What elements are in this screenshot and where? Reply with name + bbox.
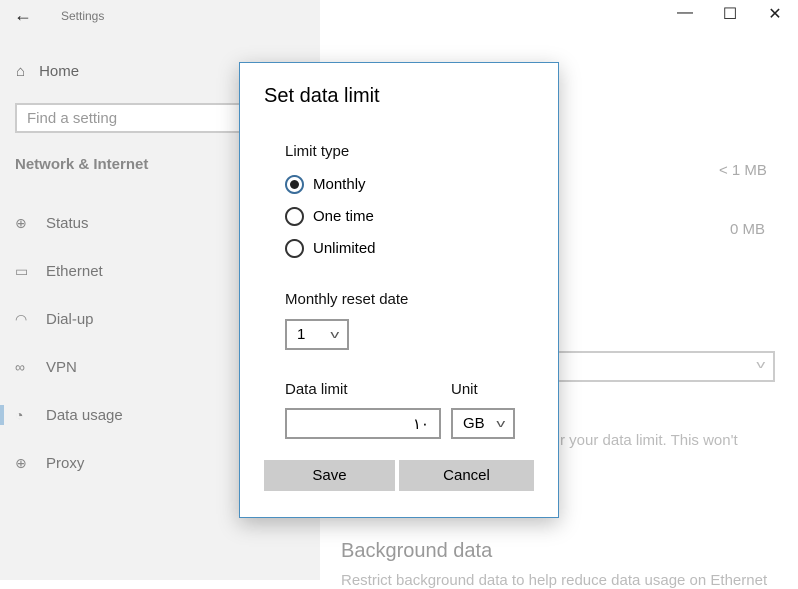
radio-unlimited[interactable]: Unlimited: [285, 239, 376, 258]
vpn-icon: ∞: [15, 359, 25, 375]
maximize-button[interactable]: ☐: [718, 4, 742, 24]
unit-value: GB: [463, 415, 485, 432]
sidebar-item-label: Data usage: [46, 406, 123, 424]
home-label: Home: [39, 63, 80, 80]
set-data-limit-dialog: Set data limit Limit type Monthly One ti…: [239, 62, 559, 518]
limit-description: r your data limit. This won't: [560, 432, 738, 449]
app-title: Settings: [61, 9, 105, 23]
limit-type-label: Limit type: [285, 143, 350, 160]
close-button[interactable]: ✕: [763, 4, 787, 24]
ethernet-icon: ▭: [15, 262, 29, 279]
cancel-button[interactable]: Cancel: [399, 460, 534, 491]
reset-date-select[interactable]: 1v: [285, 319, 349, 350]
radio-unchecked-icon: [285, 207, 304, 226]
radio-checked-icon: [285, 175, 304, 194]
radio-label: Unlimited: [313, 240, 376, 257]
globe-icon: ⊕: [15, 214, 27, 231]
dialog-title: Set data limit: [264, 85, 380, 107]
back-arrow-icon[interactable]: ←: [14, 5, 32, 26]
chevron-down-icon: v: [755, 359, 765, 371]
data-usage-icon: ◔: [15, 407, 24, 423]
unit-select[interactable]: GB v: [451, 408, 515, 439]
usage-value: 0 MB: [730, 221, 766, 238]
data-limit-input[interactable]: ١٠: [285, 408, 441, 439]
radio-label: Monthly: [313, 176, 366, 193]
sidebar-item-label: Dial-up: [46, 310, 94, 328]
reset-date-value: 1: [297, 326, 306, 343]
background-data-heading: Background data: [341, 540, 493, 562]
sidebar-home[interactable]: ⌂ Home: [16, 63, 79, 80]
globe-icon: ⊕: [15, 454, 27, 471]
section-heading: Network & Internet: [15, 156, 149, 173]
radio-unchecked-icon: [285, 239, 304, 258]
data-limit-label: Data limit: [285, 381, 348, 398]
search-input[interactable]: Find a setting: [15, 103, 255, 133]
background-data-description: Restrict background data to help reduce …: [341, 572, 768, 589]
background-dropdown[interactable]: v: [540, 351, 775, 382]
sidebar-item-label: Proxy: [46, 454, 85, 472]
minimize-button[interactable]: —: [673, 4, 697, 22]
save-button[interactable]: Save: [264, 460, 395, 491]
sidebar-item-label: Ethernet: [46, 262, 103, 280]
radio-label: One time: [313, 208, 374, 225]
reset-date-label: Monthly reset date: [285, 291, 409, 308]
radio-monthly[interactable]: Monthly: [285, 175, 366, 194]
unit-label: Unit: [451, 381, 478, 398]
home-icon: ⌂: [16, 63, 26, 80]
radio-one-time[interactable]: One time: [285, 207, 374, 226]
usage-value: < 1 MB: [719, 162, 767, 179]
chevron-down-icon: v: [329, 328, 339, 341]
sidebar-item-label: VPN: [46, 358, 77, 376]
dialup-icon: ◠: [15, 310, 28, 327]
sidebar-item-label: Status: [46, 214, 89, 232]
chevron-down-icon: v: [495, 417, 505, 430]
